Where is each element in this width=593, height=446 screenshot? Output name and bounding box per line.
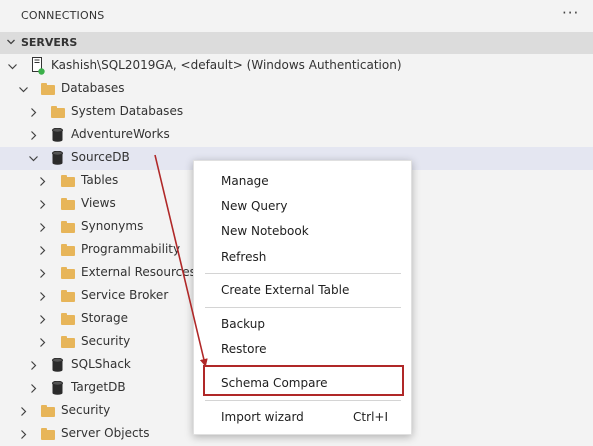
annotation-arrow-icon — [154, 154, 208, 367]
